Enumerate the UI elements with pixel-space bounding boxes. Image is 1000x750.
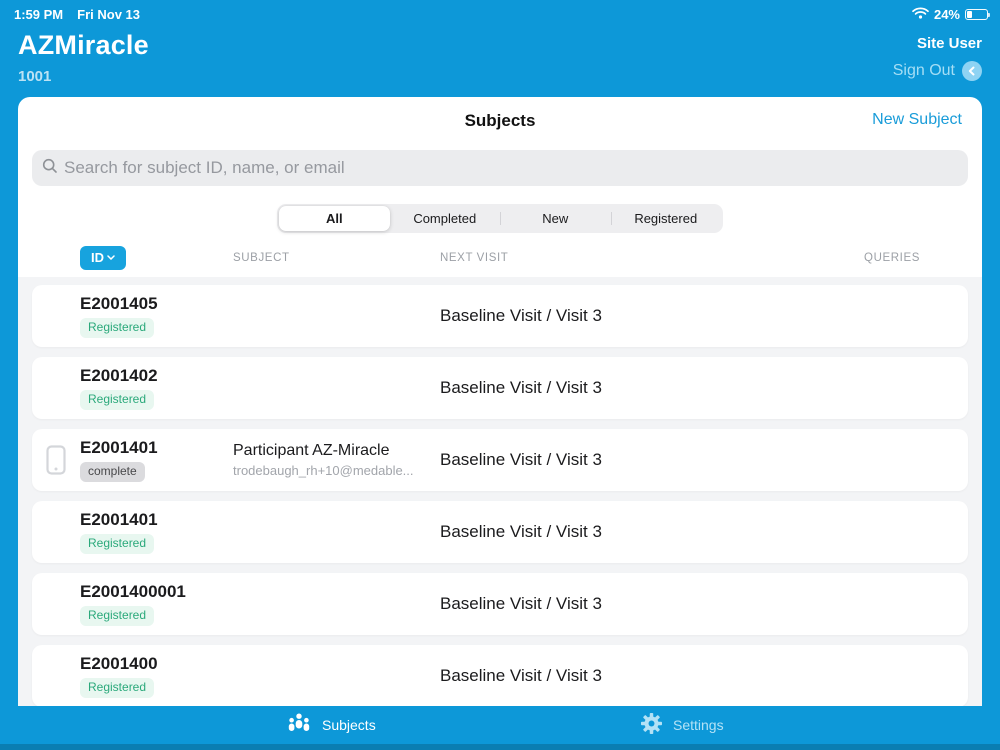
- app-title: AZMiracle: [18, 30, 149, 60]
- tab-subjects-label: Subjects: [322, 717, 376, 733]
- status-bar: 1:59 PM Fri Nov 13 24%: [0, 0, 1000, 22]
- home-indicator-strip: [0, 744, 1000, 750]
- sign-out-button[interactable]: Sign Out: [893, 61, 982, 81]
- status-badge: complete: [80, 462, 145, 482]
- subject-id: E2001400: [80, 654, 158, 674]
- device-icon: [32, 445, 80, 475]
- sign-out-icon: [962, 61, 982, 81]
- battery-percent: 24%: [933, 6, 960, 22]
- filter-segmented-control: All Completed New Registered: [277, 204, 723, 233]
- status-badge: Registered: [80, 678, 155, 698]
- tab-settings[interactable]: Settings: [641, 706, 724, 744]
- id-sort-button[interactable]: ID: [80, 245, 126, 270]
- next-visit: Baseline Visit / Visit 3: [440, 450, 602, 469]
- status-badge: Registered: [80, 318, 155, 338]
- next-visit: Baseline Visit / Visit 3: [440, 378, 602, 397]
- new-subject-button[interactable]: New Subject: [872, 111, 962, 129]
- battery-icon: [965, 8, 990, 20]
- table-header: ID SUBJECT NEXT VISIT QUERIES: [32, 232, 968, 277]
- search-icon: [42, 158, 58, 179]
- status-badge: Registered: [80, 534, 155, 554]
- tab-bar: Subjects Settings: [0, 706, 1000, 744]
- column-subject: SUBJECT: [233, 251, 290, 264]
- date: Fri Nov 13: [77, 6, 140, 22]
- sign-out-label: Sign Out: [892, 62, 955, 79]
- table-row[interactable]: E2001405 Registered Baseline Visit / Vis…: [32, 285, 968, 347]
- subjects-panel: Subjects New Subject All Completed New R…: [18, 97, 982, 750]
- tab-settings-label: Settings: [673, 717, 724, 733]
- user-label: Site User: [916, 35, 982, 52]
- table-row[interactable]: E2001401 complete Participant AZ-Miracle…: [32, 429, 968, 491]
- gear-icon: [641, 713, 662, 737]
- subject-id: E2001400001: [80, 582, 186, 602]
- subject-id: E2001401: [80, 510, 158, 530]
- site-id: 1001: [18, 68, 52, 85]
- filter-registered[interactable]: Registered: [610, 206, 722, 231]
- chevron-down-icon: [107, 255, 115, 260]
- status-badge: Registered: [80, 390, 155, 410]
- clock: 1:59 PM: [14, 6, 64, 22]
- search-box[interactable]: [32, 150, 968, 186]
- filter-completed[interactable]: Completed: [390, 206, 501, 231]
- subject-id: E2001402: [80, 366, 158, 386]
- table-row[interactable]: E2001402 Registered Baseline Visit / Vis…: [32, 357, 968, 419]
- status-badge: Registered: [80, 606, 155, 626]
- next-visit: Baseline Visit / Visit 3: [440, 594, 602, 613]
- subject-email: trodebaugh_rh+10@medable...: [233, 463, 414, 478]
- wifi-icon: [912, 7, 929, 22]
- subject-cell: Participant AZ-Miracle trodebaugh_rh+10@…: [233, 442, 440, 478]
- search-input[interactable]: [64, 158, 958, 178]
- table-row[interactable]: E2001400 Registered Baseline Visit / Vis…: [32, 645, 968, 707]
- subject-id: E2001405: [80, 294, 158, 314]
- table-row[interactable]: E2001400001 Registered Baseline Visit / …: [32, 573, 968, 635]
- app-header: AZMiracle 1001 Site User Sign Out: [0, 24, 1000, 96]
- filter-new[interactable]: New: [500, 206, 611, 231]
- people-icon: [287, 713, 311, 737]
- subject-list: E2001405 Registered Baseline Visit / Vis…: [18, 277, 982, 750]
- column-next-visit: NEXT VISIT: [440, 251, 509, 264]
- table-row[interactable]: E2001401 Registered Baseline Visit / Vis…: [32, 501, 968, 563]
- next-visit: Baseline Visit / Visit 3: [440, 522, 602, 541]
- next-visit: Baseline Visit / Visit 3: [440, 306, 602, 325]
- next-visit: Baseline Visit / Visit 3: [440, 666, 602, 685]
- column-queries: QUERIES: [864, 251, 920, 264]
- page-title: Subjects: [464, 111, 536, 130]
- filter-all[interactable]: All: [279, 206, 390, 231]
- tab-subjects[interactable]: Subjects: [287, 706, 376, 744]
- subject-name: Participant AZ-Miracle: [233, 442, 390, 459]
- subject-id: E2001401: [80, 438, 158, 458]
